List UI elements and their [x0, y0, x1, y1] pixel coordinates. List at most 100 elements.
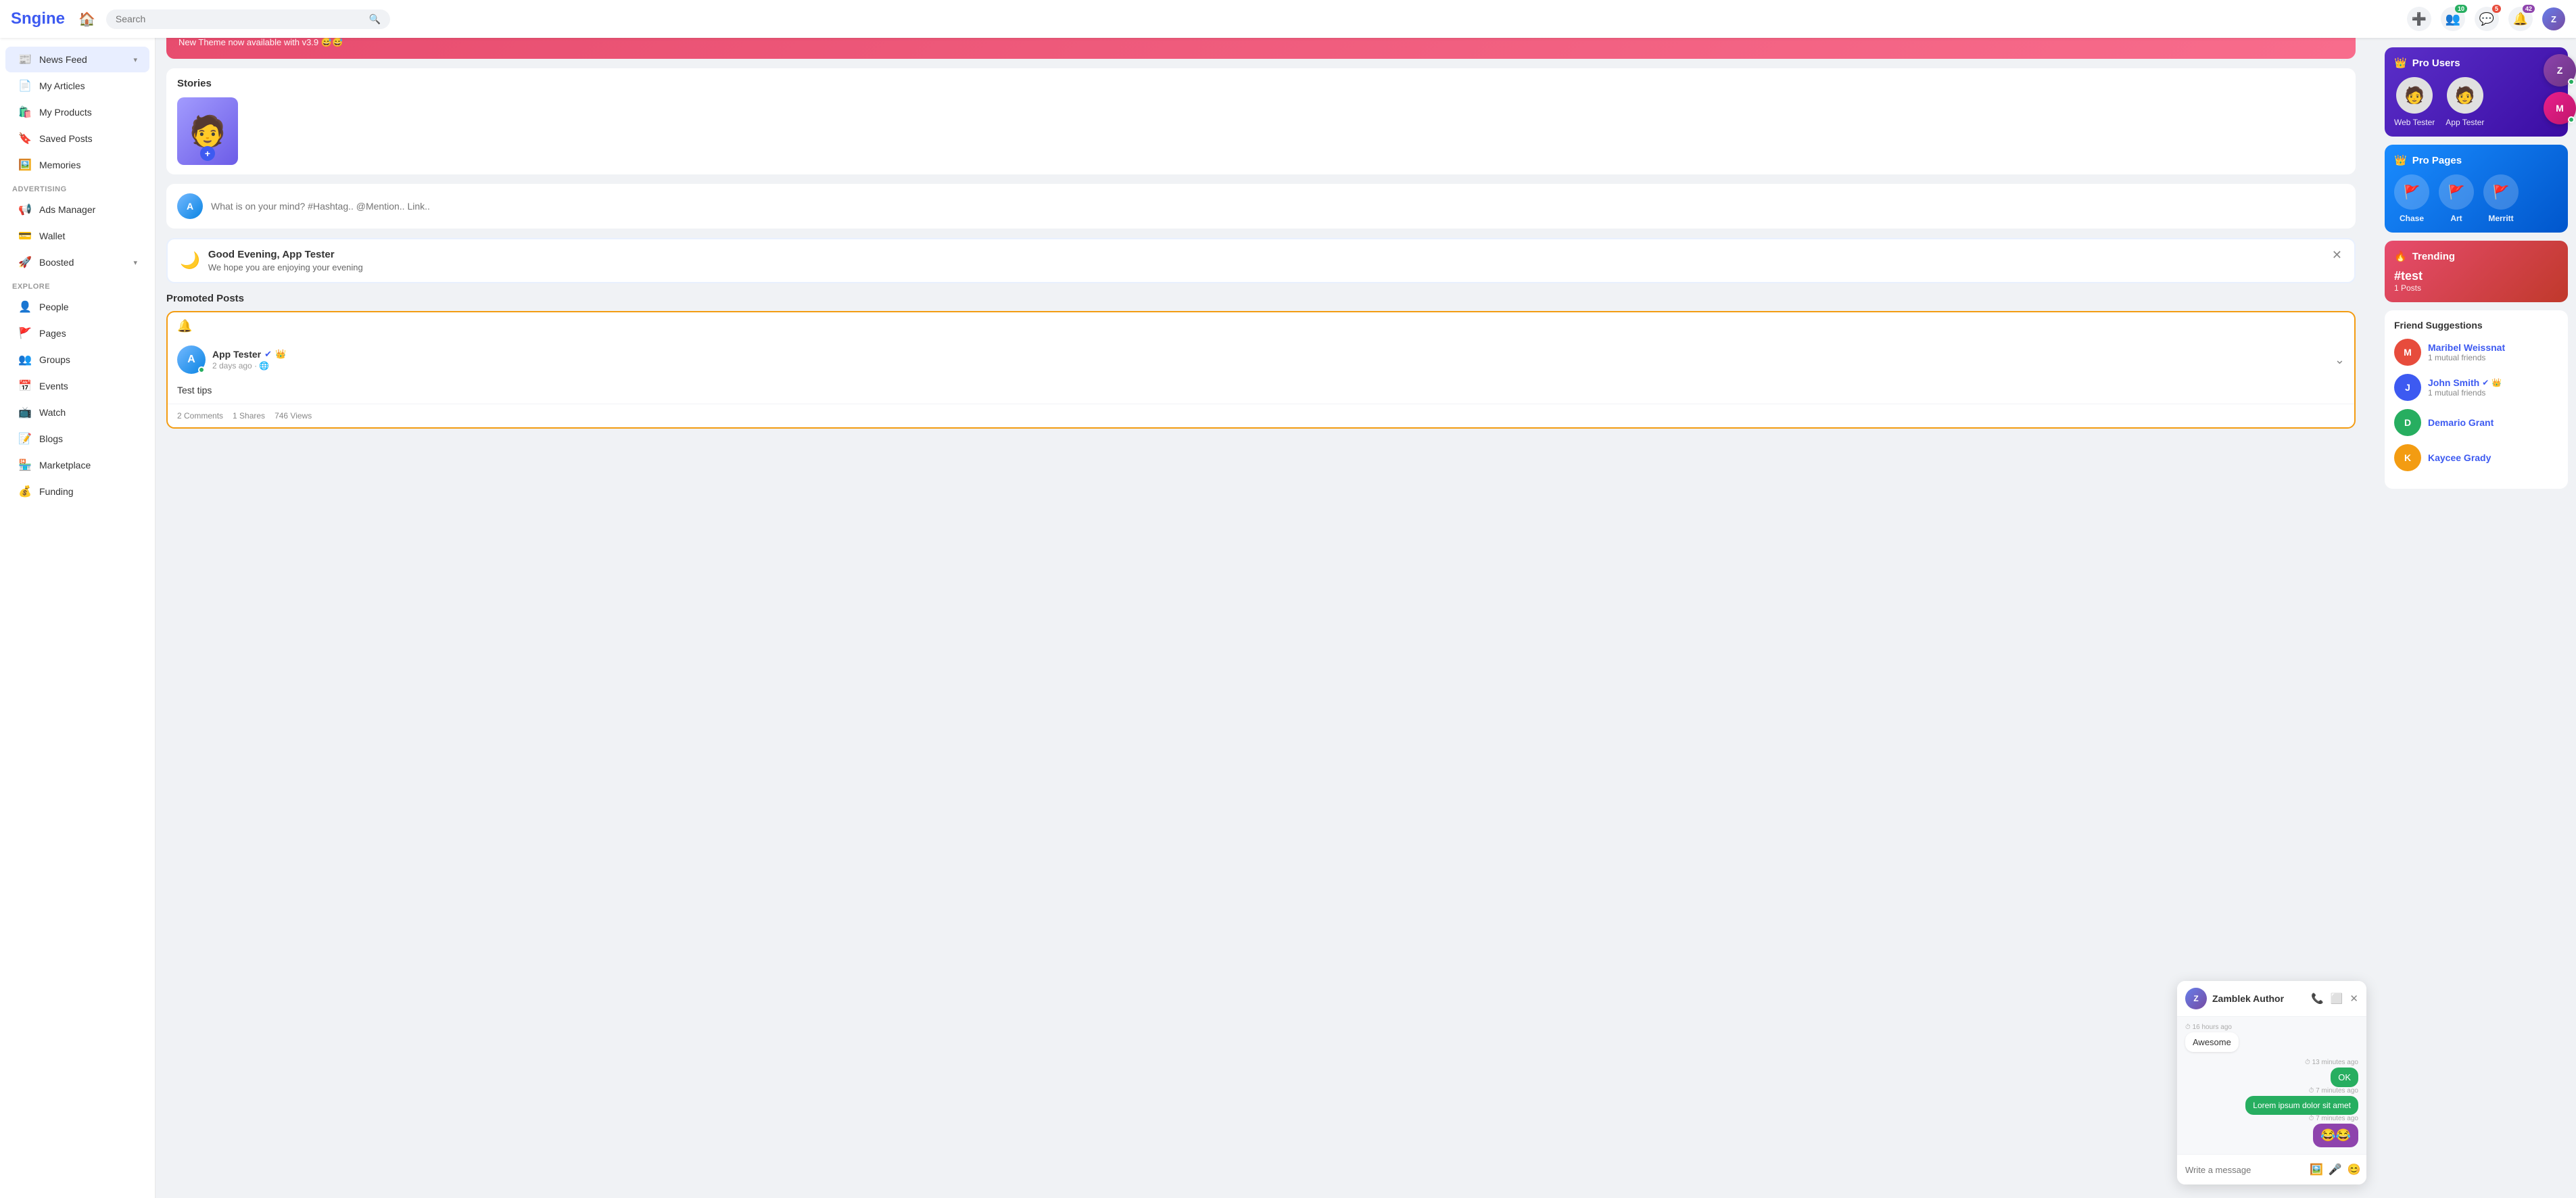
pro-pages-title: 👑 Pro Pages [2394, 154, 2558, 166]
story-item[interactable]: 🧑 + [177, 97, 238, 165]
friend-info-kaycee: Kaycee Grady [2428, 452, 2558, 463]
messages-button[interactable]: 💬 5 [2475, 7, 2499, 31]
friend-info-john: John Smith ✔ 👑 1 mutual friends [2428, 377, 2558, 398]
notifications-button[interactable]: 🔔 42 [2508, 7, 2533, 31]
search-bar[interactable]: 🔍 [106, 9, 390, 29]
chat-close-button[interactable]: ✕ [2350, 992, 2358, 1005]
friend-info-maribel: Maribel Weissnat 1 mutual friends [2428, 342, 2558, 362]
pro-user-avatar-2: 🧑 [2447, 77, 2483, 114]
fire-icon: 🔥 [2394, 250, 2407, 262]
greeting-close-button[interactable]: ✕ [2332, 249, 2342, 261]
floating-avatar-m[interactable]: M [2544, 92, 2576, 124]
story-add-button[interactable]: + [200, 146, 215, 161]
trending-tag[interactable]: #test [2394, 269, 2558, 283]
friend-avatar-demario: D [2394, 409, 2421, 436]
friend-name-demario[interactable]: Demario Grant [2428, 417, 2558, 428]
emoji-icon[interactable]: 😊 [2347, 1163, 2361, 1176]
sidebar-item-memories[interactable]: 🖼️ Memories [5, 152, 149, 178]
post-input[interactable] [211, 201, 2345, 212]
sidebar-label-funding: Funding [39, 486, 137, 497]
chat-time-4: ⏱ 7 minutes ago [2185, 1115, 2358, 1122]
user-avatar-menu[interactable]: Z [2542, 7, 2565, 30]
pro-page-avatar-chase: 🚩 [2394, 174, 2429, 210]
chat-call-button[interactable]: 📞 [2311, 992, 2324, 1005]
pro-user-app-tester[interactable]: 🧑 App Tester [2446, 77, 2484, 127]
sidebar-item-pages[interactable]: 🚩 Pages [5, 320, 149, 346]
image-icon[interactable]: 🖼️ [2310, 1163, 2323, 1176]
pro-page-chase[interactable]: 🚩 Chase [2394, 174, 2429, 223]
friend-name-maribel[interactable]: Maribel Weissnat [2428, 342, 2558, 353]
sidebar-item-ads-manager[interactable]: 📢 Ads Manager [5, 197, 149, 222]
messages-icon: 💬 [2479, 12, 2494, 26]
sidebar-label-pages: Pages [39, 328, 137, 339]
boosted-arrow-icon: ▾ [133, 258, 137, 267]
promoted-post-card: 🔔 A App Tester ✔ 👑 2 days ago · [166, 311, 2356, 429]
pro-page-name-merritt: Merritt [2488, 214, 2513, 223]
bell-icon: 🔔 [2513, 12, 2528, 26]
pro-page-name-art: Art [2450, 214, 2462, 223]
chat-bubble-emoji: 😂😂 [2313, 1124, 2358, 1147]
sidebar-item-groups[interactable]: 👥 Groups [5, 347, 149, 373]
friend-mutual-maribel: 1 mutual friends [2428, 353, 2558, 362]
sidebar-item-events[interactable]: 📅 Events [5, 373, 149, 399]
floating-avatar-zamblek[interactable]: Z [2544, 54, 2576, 87]
pro-user-web-tester[interactable]: 🧑 Web Tester [2394, 77, 2435, 127]
greeting-icon: 🌙 [180, 251, 200, 270]
sidebar-item-news-feed[interactable]: 📰 News Feed ▾ [5, 47, 149, 72]
sidebar-item-watch[interactable]: 📺 Watch [5, 400, 149, 425]
verified-icon: ✔ [264, 349, 272, 360]
friend-name-kaycee[interactable]: Kaycee Grady [2428, 452, 2558, 463]
sidebar-item-people[interactable]: 👤 People [5, 294, 149, 320]
post-compose-box: A [166, 184, 2356, 229]
sidebar-item-boosted[interactable]: 🚀 Boosted ▾ [5, 249, 149, 275]
sidebar-label-boosted: Boosted [39, 257, 126, 268]
chat-username: Zamblek Author [2212, 993, 2306, 1004]
sidebar-label-my-articles: My Articles [39, 80, 137, 91]
articles-icon: 📄 [18, 79, 32, 93]
post-body: Test tips [168, 382, 2354, 404]
sidebar-item-funding[interactable]: 💰 Funding [5, 479, 149, 504]
friend-item-maribel: M Maribel Weissnat 1 mutual friends [2394, 339, 2558, 366]
sidebar-item-my-articles[interactable]: 📄 My Articles [5, 73, 149, 99]
chat-footer-icons: 🖼️ 🎤 😊 ▶ [2310, 1160, 2366, 1179]
stories-title: Stories [177, 78, 2345, 89]
pro-user-name-2: App Tester [2446, 118, 2484, 127]
sidebar-item-blogs[interactable]: 📝 Blogs [5, 426, 149, 452]
post-dropdown-button[interactable]: ⌄ [2335, 353, 2345, 367]
stories-card: Stories 🧑 + [166, 68, 2356, 174]
pro-pages-list: 🚩 Chase 🚩 Art 🚩 Merritt [2394, 174, 2558, 223]
pro-page-art[interactable]: 🚩 Art [2439, 174, 2474, 223]
greeting-text: Good Evening, App Tester We hope you are… [208, 249, 363, 272]
mic-icon[interactable]: 🎤 [2329, 1163, 2342, 1176]
post-user-info: A App Tester ✔ 👑 2 days ago · 🌐 [177, 345, 286, 374]
chat-input[interactable] [2185, 1165, 2304, 1175]
sidebar-item-saved-posts[interactable]: 🔖 Saved Posts [5, 126, 149, 151]
sidebar-item-marketplace[interactable]: 🏪 Marketplace [5, 452, 149, 478]
post-meta: 2 days ago · 🌐 [212, 361, 286, 370]
banner-message: New Theme now available with v3.9 😅😅 [178, 37, 343, 48]
crown-john-icon: 👑 [2491, 378, 2502, 387]
friend-name-john[interactable]: John Smith [2428, 377, 2479, 388]
verified-john-icon: ✔ [2482, 378, 2489, 387]
messages-badge: 5 [2492, 5, 2501, 13]
sidebar-label-wallet: Wallet [39, 231, 137, 241]
pro-page-merritt[interactable]: 🚩 Merritt [2483, 174, 2519, 223]
chat-bubble-awesome: Awesome [2185, 1032, 2239, 1052]
friend-requests-button[interactable]: 👥 10 [2441, 7, 2465, 31]
stories-list: 🧑 + [177, 97, 2345, 165]
pro-page-name-chase: Chase [2400, 214, 2424, 223]
chevron-icon: ▾ [133, 55, 137, 64]
home-icon[interactable]: 🏠 [78, 11, 95, 28]
friend-item-kaycee: K Kaycee Grady [2394, 444, 2558, 471]
friend-suggestions-card: Friend Suggestions M Maribel Weissnat 1 … [2385, 310, 2568, 489]
chat-time-1: ⏱ 16 hours ago [2185, 1024, 2358, 1031]
sidebar-item-wallet[interactable]: 💳 Wallet [5, 223, 149, 249]
chat-video-button[interactable]: ⬜ [2331, 992, 2343, 1005]
post-footer: 2 Comments 1 Shares 746 Views [168, 404, 2354, 427]
post-views: 746 Views [275, 411, 312, 421]
greeting-banner: 🌙 Good Evening, App Tester We hope you a… [166, 238, 2356, 283]
add-button[interactable]: ➕ [2407, 7, 2431, 31]
sidebar-item-my-products[interactable]: 🛍️ My Products [5, 99, 149, 125]
app-logo: Sngine [11, 9, 65, 28]
search-input[interactable] [116, 14, 364, 24]
